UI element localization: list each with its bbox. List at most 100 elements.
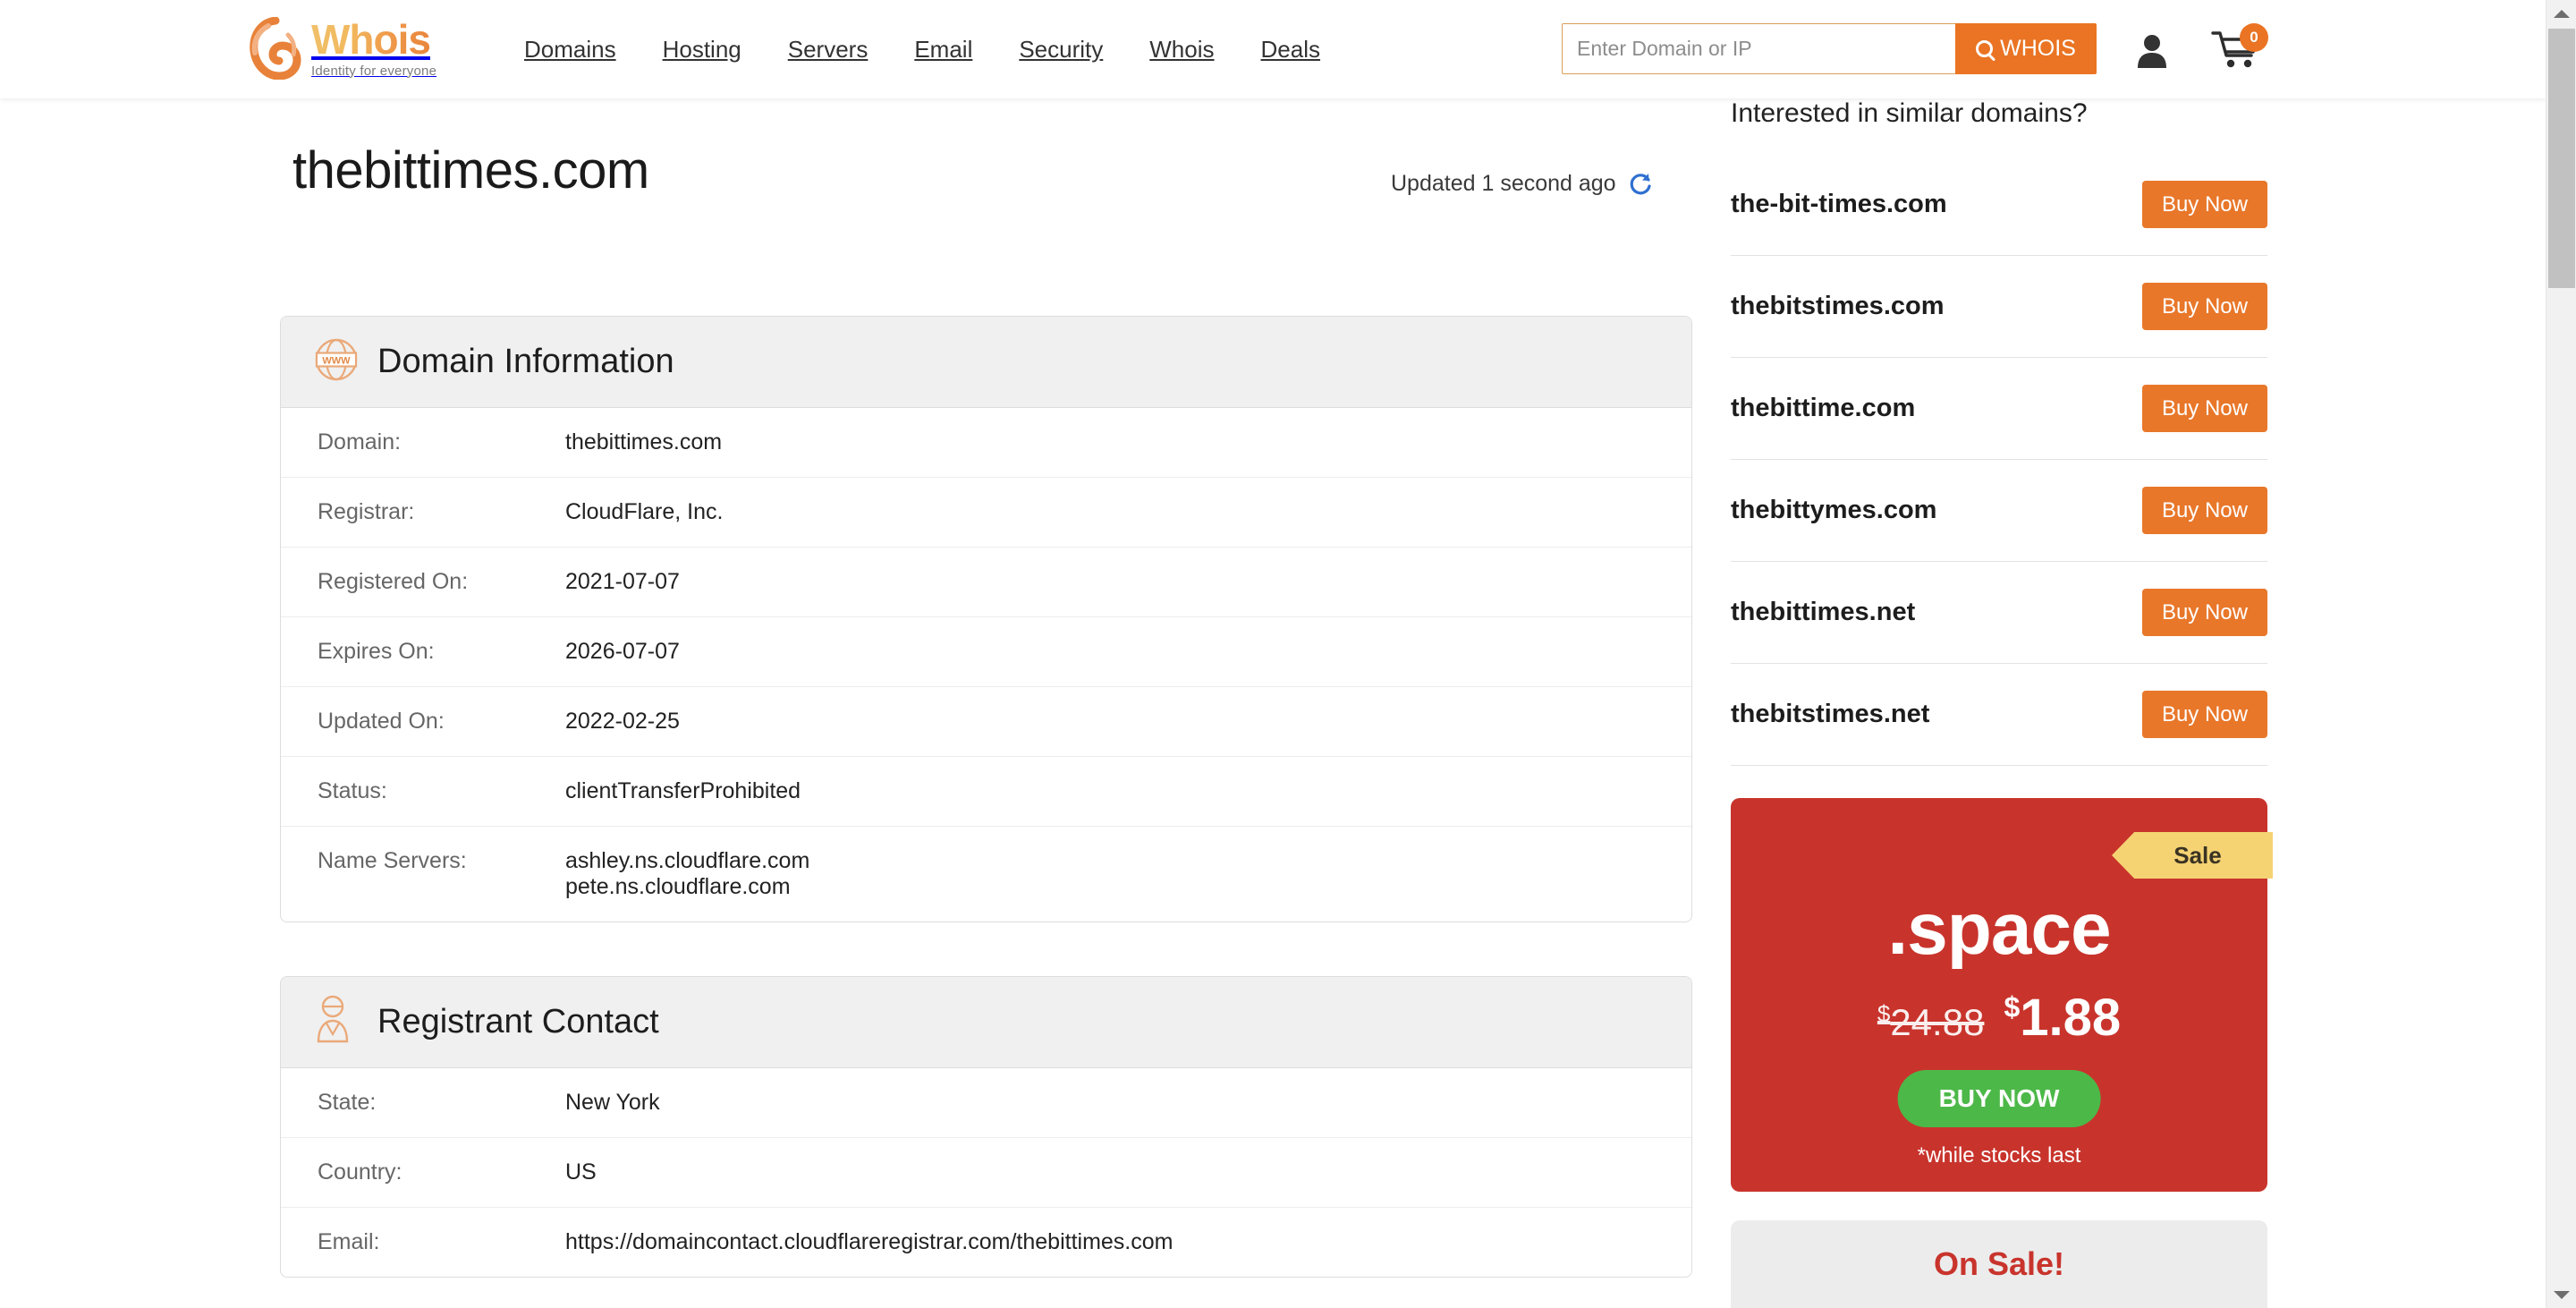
list-item: thebittime.com Buy Now	[1731, 358, 2267, 460]
promo-banner-space[interactable]: Sale .space $24.88 $1.88 BUY NOW *while …	[1731, 798, 2273, 1192]
user-account-icon[interactable]	[2134, 32, 2170, 68]
table-row: State: New York	[281, 1068, 1691, 1138]
promo-tld: .space	[1887, 888, 2111, 970]
similar-domain-name[interactable]: thebittymes.com	[1731, 496, 1936, 525]
similar-domain-name[interactable]: thebitstimes.net	[1731, 700, 1929, 729]
similar-domain-name[interactable]: thebittime.com	[1731, 394, 1915, 423]
nav-item-security[interactable]: Security	[996, 36, 1126, 64]
page-content: thebittimes.com Updated 1 second ago WWW	[0, 98, 2546, 1308]
row-value: US	[565, 1159, 597, 1185]
row-value-email[interactable]: https://domaincontact.cloudflareregistra…	[565, 1208, 1173, 1277]
row-label: Country:	[318, 1159, 402, 1185]
on-sale-card: On Sale!	[1731, 1220, 2267, 1308]
section-registrant-contact: Registrant Contact State: New York Count…	[280, 976, 1692, 1278]
logo-wordmark: Whois	[311, 19, 436, 60]
new-price-value: 1.88	[2020, 989, 2122, 1047]
contact-person-icon	[313, 995, 360, 1049]
row-label: State:	[318, 1090, 377, 1115]
nav-item-whois[interactable]: Whois	[1126, 36, 1237, 64]
table-row: Name Servers: ashley.ns.cloudflare.com p…	[281, 827, 1691, 922]
section-title: Registrant Contact	[377, 1003, 659, 1040]
page-title: thebittimes.com	[292, 141, 649, 200]
row-label: Registered On:	[318, 569, 469, 594]
shopping-cart-icon[interactable]: 0	[2211, 23, 2268, 72]
nav-item-hosting[interactable]: Hosting	[640, 36, 765, 64]
scrollbar-thumb[interactable]	[2548, 29, 2575, 288]
similar-domain-name[interactable]: thebitstimes.com	[1731, 292, 1945, 321]
on-sale-title: On Sale!	[1933, 1245, 2065, 1282]
page-root: Whois Identity for everyone Domains Host…	[0, 0, 2576, 1308]
whois-search-button[interactable]: WHOIS	[1955, 23, 2097, 74]
row-value: 2026-07-07	[565, 639, 680, 664]
www-globe-icon: WWW	[313, 336, 360, 387]
row-label: Status:	[318, 778, 387, 803]
list-item: thebitstimes.net Buy Now	[1731, 664, 2267, 766]
chevron-down-icon[interactable]	[2546, 1281, 2576, 1308]
section-header: Registrant Contact	[281, 977, 1691, 1068]
promo-new-price: $1.88	[2004, 988, 2121, 1048]
buy-now-button[interactable]: Buy Now	[2141, 691, 2267, 738]
buy-now-button[interactable]: Buy Now	[2141, 589, 2267, 636]
fingerprint-icon	[249, 16, 306, 81]
nav-item-email[interactable]: Email	[891, 36, 996, 64]
section-domain-information: WWW Domain Information Domain: thebittim…	[280, 316, 1692, 922]
row-value: CloudFlare, Inc.	[565, 499, 724, 524]
logo-tagline: Identity for everyone	[311, 63, 437, 79]
updated-status: Updated 1 second ago	[1391, 170, 1654, 197]
promo-note: *while stocks last	[1917, 1143, 2081, 1168]
row-label: Name Servers:	[318, 848, 467, 873]
sale-ribbon: Sale	[2112, 832, 2273, 879]
table-row: Registrar: CloudFlare, Inc.	[281, 478, 1691, 548]
nav-item-domains[interactable]: Domains	[501, 36, 640, 64]
refresh-icon[interactable]	[1627, 170, 1654, 197]
currency-symbol: $	[2004, 990, 2021, 1023]
whois-search-button-label: WHOIS	[2000, 36, 2076, 61]
table-row: Expires On: 2026-07-07	[281, 617, 1691, 687]
buy-now-button[interactable]: Buy Now	[2141, 283, 2267, 330]
currency-symbol: $	[1877, 1000, 1891, 1027]
row-label: Updated On:	[318, 709, 445, 734]
svg-text:WWW: WWW	[322, 356, 351, 367]
site-header: Whois Identity for everyone Domains Host…	[0, 0, 2546, 98]
table-row: Email: https://domaincontact.cloudflarer…	[281, 1208, 1691, 1277]
table-row: Domain: thebittimes.com	[281, 408, 1691, 478]
promo-buy-now-button[interactable]: BUY NOW	[1897, 1070, 2101, 1127]
cart-count-badge: 0	[2240, 23, 2268, 52]
table-row: Updated On: 2022-02-25	[281, 687, 1691, 757]
whois-search: WHOIS	[1562, 23, 2097, 74]
nav-item-servers[interactable]: Servers	[765, 36, 892, 64]
similar-domain-name[interactable]: the-bit-times.com	[1731, 190, 1947, 219]
buy-now-button[interactable]: Buy Now	[2141, 487, 2267, 534]
table-row: Country: US	[281, 1138, 1691, 1208]
updated-text: Updated 1 second ago	[1391, 170, 1616, 196]
row-value-nameservers: ashley.ns.cloudflare.com pete.ns.cloudfl…	[565, 848, 810, 899]
row-value: New York	[565, 1090, 660, 1115]
row-value: thebittimes.com	[565, 429, 723, 454]
row-label: Expires On:	[318, 639, 435, 664]
list-item: thebitstimes.com Buy Now	[1731, 256, 2267, 358]
page-scrollbar[interactable]	[2546, 0, 2576, 1308]
row-value: 2021-07-07	[565, 569, 680, 594]
similar-domain-name[interactable]: thebittimes.net	[1731, 598, 1915, 627]
buy-now-button[interactable]: Buy Now	[2141, 181, 2267, 228]
search-icon	[1976, 40, 1994, 57]
list-item: the-bit-times.com Buy Now	[1731, 154, 2267, 256]
row-value: clientTransferProhibited	[565, 778, 801, 803]
nav-item-deals[interactable]: Deals	[1238, 36, 1343, 64]
list-item: thebittimes.net Buy Now	[1731, 562, 2267, 664]
old-price-value: 24.88	[1890, 1001, 1985, 1043]
search-input[interactable]	[1562, 23, 1955, 74]
table-row: Status: clientTransferProhibited	[281, 757, 1691, 827]
table-row: Registered On: 2021-07-07	[281, 548, 1691, 617]
row-label: Domain:	[318, 429, 402, 454]
main-navigation: Domains Hosting Servers Email Security W…	[501, 0, 1343, 98]
chevron-up-icon[interactable]	[2546, 0, 2576, 27]
section-title: Domain Information	[377, 343, 674, 380]
site-logo[interactable]: Whois Identity for everyone	[249, 16, 436, 81]
row-label: Registrar:	[318, 499, 415, 524]
promo-old-price: $24.88	[1877, 1000, 1985, 1044]
sidebar-title: Interested in similar domains?	[1731, 98, 2088, 128]
row-value: 2022-02-25	[565, 709, 680, 734]
sidebar: Interested in similar domains? the-bit-t…	[1731, 98, 2273, 1308]
buy-now-button[interactable]: Buy Now	[2141, 385, 2267, 432]
